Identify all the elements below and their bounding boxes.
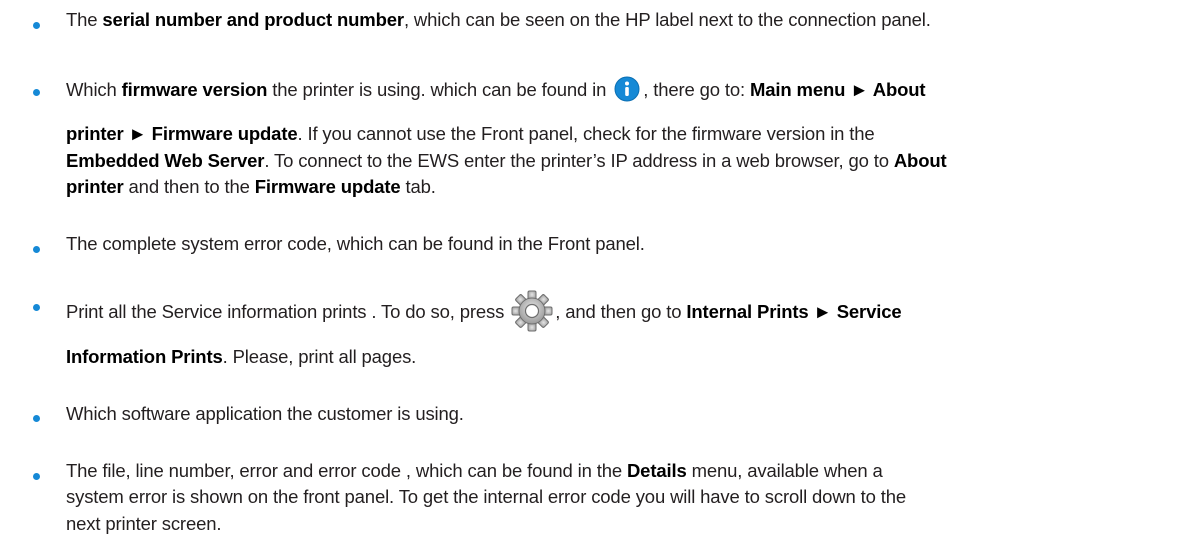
bold-term: Main menu ► About xyxy=(750,79,926,100)
text-run: . If you cannot use the Front panel, che… xyxy=(297,123,875,144)
text-line: Information Prints. Please, print all pa… xyxy=(66,346,416,368)
text-line: The complete system error code, which ca… xyxy=(66,233,645,255)
text-run: , which can be seen on the HP label next… xyxy=(403,9,931,30)
info-icon xyxy=(614,76,640,102)
text-line: printer ► Firmware update. If you cannot… xyxy=(66,123,875,145)
text-run: . To connect to the EWS enter the printe… xyxy=(264,150,894,171)
text-line: Print all the Service information prints… xyxy=(66,290,902,332)
gear-icon xyxy=(511,290,553,332)
text-line: The serial number and product number, wh… xyxy=(66,9,931,31)
bold-term: About xyxy=(893,150,947,171)
text-line: Which firmware version the printer is us… xyxy=(66,76,926,102)
document-body: The serial number and product number, wh… xyxy=(0,0,1198,558)
text-line: Which software application the customer … xyxy=(66,403,464,425)
text-run: menu, available when a xyxy=(686,460,883,481)
text-run: , there go to: xyxy=(643,79,751,100)
text-run: . Please, print all pages. xyxy=(222,346,417,367)
bold-term: Firmware update xyxy=(254,176,401,197)
text-line: The file, line number, error and error c… xyxy=(66,460,883,482)
bold-term: Embedded Web Server xyxy=(66,150,265,171)
bullet-dot xyxy=(33,415,40,422)
text-line: printer and then to the Firmware update … xyxy=(66,176,436,198)
text-run: and then to the xyxy=(123,176,255,197)
text-run: , and then go to xyxy=(555,301,687,322)
bullet-dot xyxy=(33,246,40,253)
bold-term: Internal Prints ► Service xyxy=(686,301,902,322)
bullet-dot xyxy=(33,304,40,311)
bold-term: printer ► Firmware update xyxy=(66,123,298,144)
bullet-dot xyxy=(33,22,40,29)
bold-term: Information Prints xyxy=(66,346,223,367)
text-run: The xyxy=(66,9,103,30)
text-run: Print all the Service information prints… xyxy=(66,301,510,322)
bullet-dot xyxy=(33,473,40,480)
text-line: next printer screen. xyxy=(66,513,222,535)
text-run: Which xyxy=(66,79,122,100)
text-run: the printer is using. which can be found… xyxy=(267,79,612,100)
text-line: system error is shown on the front panel… xyxy=(66,486,906,508)
text-run: Which software application the customer … xyxy=(66,403,464,424)
text-line: Embedded Web Server. To connect to the E… xyxy=(66,150,947,172)
text-run: The complete system error code, which ca… xyxy=(66,233,645,254)
bullet-dot xyxy=(33,89,40,96)
text-run: The file, line number, error and error c… xyxy=(66,460,627,481)
bold-term: Details xyxy=(626,460,687,481)
bold-term: serial number and product number xyxy=(102,9,404,30)
bold-term: firmware version xyxy=(121,79,268,100)
text-run: system error is shown on the front panel… xyxy=(66,486,907,507)
bold-term: printer xyxy=(66,176,124,197)
text-run: tab. xyxy=(400,176,436,197)
text-run: next printer screen. xyxy=(66,513,222,534)
